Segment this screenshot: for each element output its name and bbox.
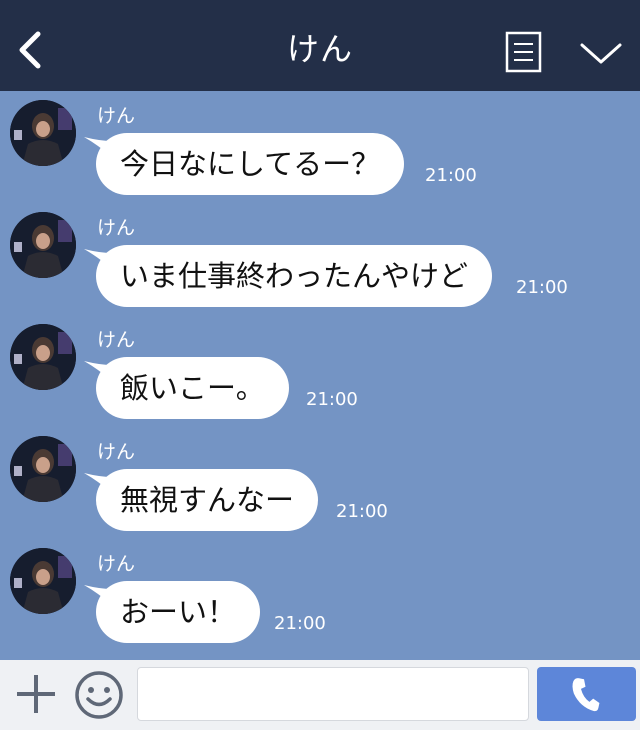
profile-photo-icon [10, 436, 76, 502]
message-bubble[interactable]: 今日なにしてるー？ [96, 133, 405, 195]
message-item: けん おーい！ 21:00 [0, 539, 640, 651]
message-time: 21:00 [516, 277, 568, 298]
message-item: けん 無視すんなー 21:00 [0, 427, 640, 539]
message-time: 21:00 [306, 389, 358, 410]
message-bubble[interactable]: おーい！ [96, 581, 261, 643]
avatar[interactable] [10, 324, 76, 390]
message-time: 21:00 [336, 501, 388, 522]
menu-button[interactable] [505, 31, 543, 73]
plus-icon [17, 675, 55, 713]
message-item: けん 今日なにしてるー？ 21:00 [0, 91, 640, 203]
chevron-down-icon [580, 43, 622, 64]
message-bubble[interactable]: 飯いこー。 [96, 357, 289, 419]
chat-title: けん [286, 30, 353, 68]
avatar[interactable] [10, 548, 76, 614]
chat-header: けん [0, 0, 640, 91]
sender-name: けん [97, 217, 136, 239]
profile-photo-icon [10, 548, 76, 614]
message-bubble[interactable]: いま仕事終わったんやけど [96, 245, 493, 307]
sender-name: けん [97, 105, 136, 127]
profile-photo-icon [10, 324, 76, 390]
emoji-button[interactable] [74, 670, 124, 720]
message-bubble[interactable]: 無視すんなー [96, 469, 319, 531]
avatar[interactable] [10, 436, 76, 502]
sender-name: けん [97, 441, 136, 463]
profile-photo-icon [10, 212, 76, 278]
message-input[interactable] [137, 667, 529, 721]
call-button[interactable] [537, 667, 636, 721]
avatar[interactable] [10, 100, 76, 166]
message-time: 21:00 [274, 613, 326, 634]
message-item: けん いま仕事終わったんやけど 21:00 [0, 203, 640, 315]
sender-name: けん [97, 553, 136, 575]
collapse-button[interactable] [577, 36, 625, 68]
message-item: けん 飯いこー。 21:00 [0, 315, 640, 427]
sender-name: けん [97, 329, 136, 351]
add-attachment-button[interactable] [14, 672, 58, 716]
avatar[interactable] [10, 212, 76, 278]
profile-photo-icon [10, 100, 76, 166]
smiley-icon [75, 671, 123, 719]
list-icon [505, 31, 542, 73]
phone-icon [572, 678, 600, 712]
message-time: 21:00 [425, 165, 477, 186]
